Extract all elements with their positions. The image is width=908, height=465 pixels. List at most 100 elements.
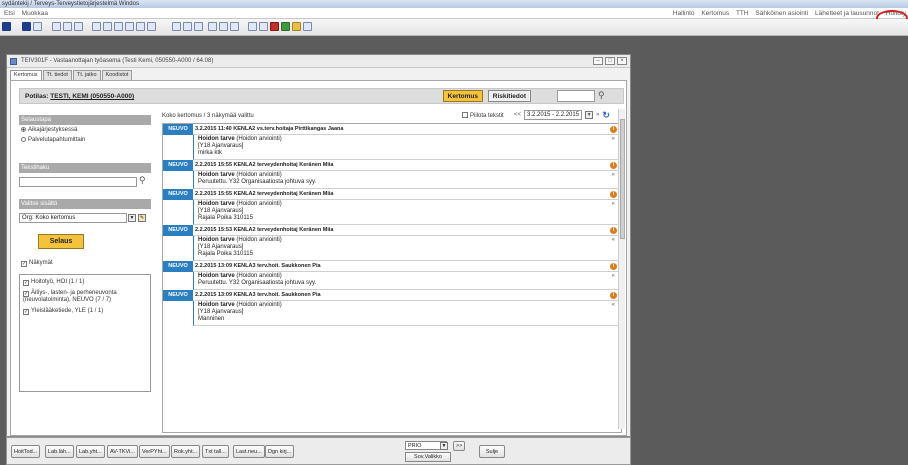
menu-kertomus[interactable]: Kertomus: [701, 10, 729, 17]
org-select[interactable]: Org: Koko kertomus: [19, 213, 127, 223]
toolbar-misc: [248, 22, 312, 33]
expand-icon[interactable]: «: [612, 237, 615, 244]
dgn-kirj-button[interactable]: Dgn kirj...: [265, 445, 295, 458]
av-tkvi-button[interactable]: AV-TKVi...: [107, 445, 138, 458]
piilota-tekstit-checkbox[interactable]: Piilota tekstit: [462, 112, 504, 119]
expand-icon[interactable]: «: [612, 302, 615, 309]
tab-kertomus[interactable]: Kertomus: [10, 70, 42, 80]
date-range-value[interactable]: 3.2.2015 - 2.2.2015: [524, 110, 583, 120]
window-title: sydäntekij / Terveys-Terveystietojärjest…: [2, 1, 139, 7]
menu-sahkoinen-asiointi[interactable]: Sähköinen asiointi: [755, 10, 808, 17]
entry-tag: NEUVO: [163, 225, 193, 236]
expand-icon[interactable]: «: [612, 201, 615, 208]
sulje-button[interactable]: Sulje: [479, 445, 505, 458]
search-icon[interactable]: ⚲: [598, 90, 610, 102]
entry-tag: NEUVO: [163, 290, 193, 301]
close-icon[interactable]: ×: [617, 57, 627, 65]
radio-aikajarjestys[interactable]: Aikajärjestyksessä: [21, 127, 77, 133]
last-record-icon[interactable]: [147, 22, 156, 31]
expand-icon[interactable]: «: [612, 273, 615, 280]
tool-icon-3[interactable]: [270, 22, 279, 31]
chevron-down-icon[interactable]: ▼: [440, 442, 448, 450]
entry-5[interactable]: NEUVO 2.2.2015 13:09 KENLA3 terv.hoit. Sa…: [163, 261, 621, 290]
minimize-icon[interactable]: –: [593, 57, 603, 65]
info-icon[interactable]: i: [610, 227, 617, 234]
menu-etsi[interactable]: Etsi: [4, 10, 15, 17]
entry-6[interactable]: NEUVO 2.2.2015 13:09 KENLA3 terv.hoit. Sa…: [163, 290, 621, 326]
refresh-icon[interactable]: ↻: [602, 110, 610, 121]
chevron-down-icon[interactable]: ▼: [128, 214, 136, 222]
more-button[interactable]: >>: [453, 441, 466, 451]
search-icon[interactable]: [63, 22, 72, 31]
menu-tth[interactable]: TTH: [736, 10, 749, 17]
verpyht-button[interactable]: VerPYht...: [139, 445, 170, 458]
selaus-button[interactable]: Selaus: [38, 234, 84, 249]
tab-tt-jatko[interactable]: Tt. jatko: [72, 70, 101, 80]
txt-tall-button[interactable]: Txt tall...: [202, 445, 229, 458]
text-search-icon[interactable]: ⚲: [139, 175, 146, 186]
menu-hallinto[interactable]: Hallinto: [673, 10, 695, 17]
entry-4[interactable]: NEUVO 2.2.2015 15:53 KENLA2 terveydenhoit…: [163, 225, 621, 261]
nakymat-checkbox[interactable]: ✓ Näkymät: [21, 260, 53, 267]
tool-icon-6[interactable]: [303, 22, 312, 31]
menu-muokkaa[interactable]: Muokkaa: [22, 10, 48, 17]
scrollbar-thumb[interactable]: [620, 119, 625, 239]
tab-tt-tiedot[interactable]: Tt. tiedot: [42, 70, 72, 80]
delete-row-icon[interactable]: [183, 22, 192, 31]
view-yle[interactable]: ✓ Yleislääketiede, YLE (1 / 1): [23, 308, 103, 315]
view-hoitotyo[interactable]: ✓ Hoitotyö, HOI (1 / 1): [23, 279, 84, 286]
tool-icon-2[interactable]: [259, 22, 268, 31]
print-icon[interactable]: [74, 22, 83, 31]
info-icon[interactable]: i: [610, 292, 617, 299]
entry-tag: NEUVO: [163, 160, 193, 171]
lab-lah-button[interactable]: Lab.läh...: [45, 445, 74, 458]
kertomus-button[interactable]: Kertomus: [442, 90, 483, 102]
view-neuvo[interactable]: ✓ Äitiys-, lasten- ja perheneuvonta (neuv…: [23, 290, 147, 304]
date-prev-button[interactable]: <<: [514, 112, 521, 118]
paste-icon[interactable]: [230, 22, 239, 31]
new-document-icon[interactable]: [52, 22, 61, 31]
copy-icon[interactable]: [219, 22, 228, 31]
hoittod-button[interactable]: HoitTod...: [11, 445, 41, 458]
next-page-icon[interactable]: [136, 22, 145, 31]
expand-icon[interactable]: «: [612, 136, 615, 143]
info-icon[interactable]: i: [610, 126, 617, 133]
save-icon[interactable]: [22, 22, 31, 31]
check-icon[interactable]: [33, 22, 42, 31]
info-icon[interactable]: i: [610, 162, 617, 169]
lab-yht-button[interactable]: Lab.yht...: [76, 445, 105, 458]
cut-icon[interactable]: [208, 22, 217, 31]
riskitiedot-button[interactable]: Riskitiedot: [487, 90, 531, 102]
sov-valikko-button[interactable]: Sov.Valikko: [405, 452, 451, 462]
entry-3[interactable]: NEUVO 2.2.2015 15:55 KENLA2 terveydenhoit…: [163, 189, 621, 225]
exit-icon[interactable]: [2, 22, 11, 31]
rok-yht-button[interactable]: Rok.yht...: [171, 445, 201, 458]
info-icon[interactable]: i: [610, 263, 617, 270]
entry-2[interactable]: NEUVO 2.2.2015 15:55 KENLA2 terveydenhoit…: [163, 160, 621, 189]
prev-record-icon[interactable]: [114, 22, 123, 31]
next-record-icon[interactable]: [125, 22, 134, 31]
patient-name[interactable]: TESTI, KEMI (050550-A000): [50, 93, 134, 100]
date-next-button[interactable]: »: [596, 112, 599, 118]
maximize-icon[interactable]: □: [605, 57, 615, 65]
tool-icon-1[interactable]: [248, 22, 257, 31]
edit-icon[interactable]: ✎: [138, 214, 146, 222]
tool-icon-4[interactable]: [281, 22, 290, 31]
expand-icon[interactable]: «: [612, 172, 615, 179]
entry-subtitle: (Hoidon arviointi): [236, 201, 282, 207]
patient-search-input[interactable]: [557, 90, 595, 102]
radio-palvelutapahtumittain[interactable]: Palvelutapahtumittain: [21, 137, 85, 143]
first-record-icon[interactable]: [92, 22, 101, 31]
vertical-scrollbar[interactable]: [618, 109, 625, 429]
last-neu-button[interactable]: Last.neu...: [233, 445, 265, 458]
duplicate-row-icon[interactable]: [194, 22, 203, 31]
chevron-down-icon[interactable]: ▼: [585, 111, 594, 119]
tool-icon-5[interactable]: [292, 22, 301, 31]
insert-row-icon[interactable]: [172, 22, 181, 31]
prev-page-icon[interactable]: [103, 22, 112, 31]
menu-lahetteet[interactable]: Lähetteet ja lausunnot: [815, 10, 879, 17]
tab-koodistot[interactable]: Koodistot: [101, 70, 133, 80]
tekstihaku-input[interactable]: [19, 177, 137, 187]
entry-1[interactable]: NEUVO 3.2.2015 11:40 KENLA2 vs.terv.hoita…: [163, 124, 621, 160]
info-icon[interactable]: i: [610, 191, 617, 198]
